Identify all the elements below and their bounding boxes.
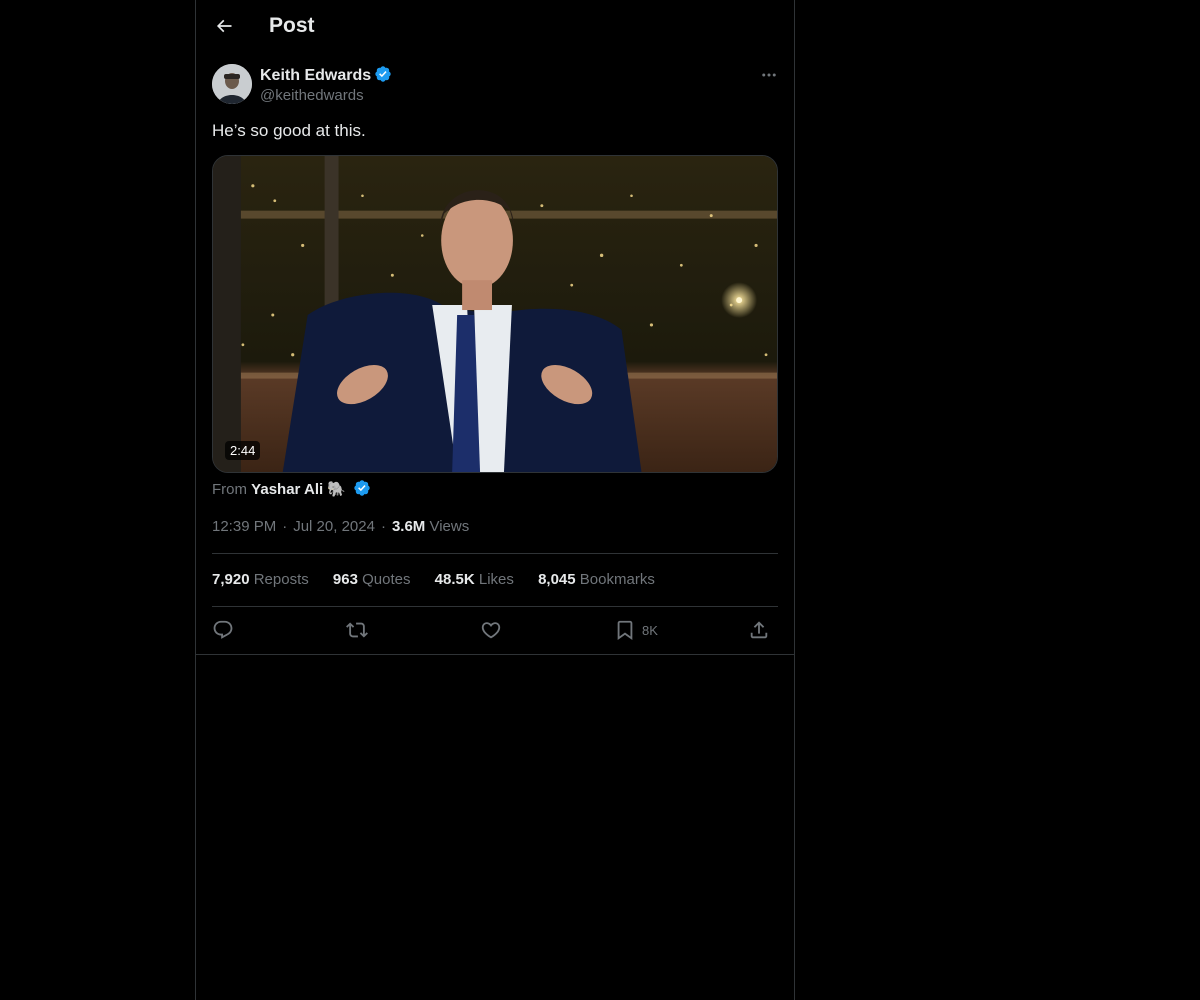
post-time[interactable]: 12:39 PM xyxy=(212,518,276,535)
meta-separator: · xyxy=(282,518,288,535)
video-player[interactable]: 2:44 xyxy=(212,155,778,473)
bookmark-count: 8K xyxy=(642,622,658,638)
reposts-count: 7,920 xyxy=(212,571,250,588)
post-date[interactable]: Jul 20, 2024 xyxy=(293,518,375,535)
back-arrow-icon xyxy=(216,19,232,33)
likes-count: 48.5K xyxy=(434,571,475,588)
top-bar: Post xyxy=(196,0,794,54)
bookmarks-label: Bookmarks xyxy=(579,571,655,588)
views-count: 3.6M xyxy=(391,518,426,535)
quotes-label: Quotes xyxy=(362,571,411,588)
share-icon xyxy=(750,621,768,639)
engagement-stats: 7,920 Reposts 963 Quotes 48.5K Likes 8,0… xyxy=(212,571,675,588)
action-bar: 8K xyxy=(212,612,778,648)
post-text: He’s so good at this. xyxy=(212,121,366,140)
more-options-button[interactable] xyxy=(756,62,782,88)
from-name[interactable]: Yashar Ali xyxy=(251,481,323,498)
from-prefix: From xyxy=(212,481,247,498)
reply-icon xyxy=(213,620,233,639)
author-name[interactable]: Keith Edwards xyxy=(260,67,371,84)
repost-icon xyxy=(346,622,368,638)
reposts-stat[interactable]: 7,920 Reposts xyxy=(212,571,309,588)
video-duration-badge: 2:44 xyxy=(225,441,261,460)
post-column: Post Keith Edwards @keithedwards He’s so… xyxy=(195,0,795,1000)
reply-button[interactable] xyxy=(212,612,234,648)
bookmarks-count: 8,045 xyxy=(538,571,576,588)
page-title: Post xyxy=(269,14,315,37)
bookmark-icon xyxy=(617,620,633,641)
repost-button[interactable] xyxy=(346,612,368,648)
bookmark-button[interactable]: 8K xyxy=(614,612,658,648)
from-verified-badge-icon xyxy=(353,479,371,497)
from-attribution: From Yashar Ali 🐘 xyxy=(212,479,371,498)
divider xyxy=(212,606,778,607)
author-handle[interactable]: @keithedwards xyxy=(260,87,364,104)
share-button[interactable] xyxy=(748,612,770,648)
video-thumbnail xyxy=(213,156,777,472)
avatar[interactable] xyxy=(212,64,252,104)
divider xyxy=(212,553,778,554)
likes-stat[interactable]: 48.5K Likes xyxy=(435,571,514,588)
post-bottom-border xyxy=(196,654,794,655)
from-emoji: 🐘 xyxy=(327,481,347,498)
more-dots-icon xyxy=(762,73,776,77)
quotes-count: 963 xyxy=(332,571,358,588)
like-button[interactable] xyxy=(480,612,502,648)
reposts-label: Reposts xyxy=(253,571,309,588)
likes-label: Likes xyxy=(478,571,514,588)
author-name-row[interactable]: Keith Edwards xyxy=(260,65,392,85)
views-label: Views xyxy=(429,518,470,535)
post-meta: 12:39 PM · Jul 20, 2024 · 3.6M Views xyxy=(212,518,469,535)
quotes-stat[interactable]: 963 Quotes xyxy=(333,571,411,588)
back-button[interactable] xyxy=(206,8,242,44)
heart-icon xyxy=(481,622,501,639)
bookmarks-stat[interactable]: 8,045 Bookmarks xyxy=(538,571,655,588)
meta-separator: · xyxy=(380,518,386,535)
verified-badge-icon xyxy=(374,65,392,83)
